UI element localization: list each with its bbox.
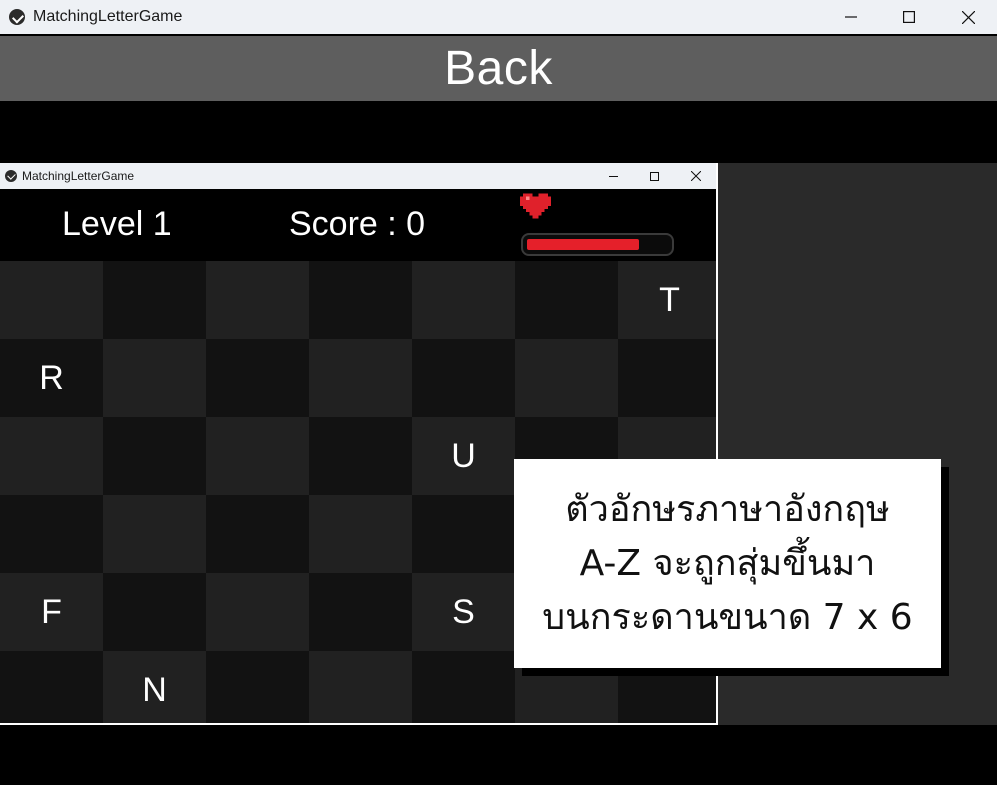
close-icon xyxy=(961,10,975,24)
game-hud: Level 1 Score : 0 xyxy=(0,189,716,261)
board-cell[interactable] xyxy=(0,495,103,573)
info-card-line: ตัวอักษรภาษาอังกฤษ xyxy=(565,488,890,530)
maximize-icon xyxy=(649,171,659,181)
board-cell[interactable] xyxy=(309,417,412,495)
board-cell[interactable] xyxy=(206,339,309,417)
board-cell[interactable] xyxy=(103,339,206,417)
board-cell[interactable] xyxy=(412,651,515,723)
heart-icon xyxy=(520,193,551,219)
board-cell[interactable] xyxy=(412,495,515,573)
board-cell[interactable] xyxy=(309,339,412,417)
board-cell[interactable] xyxy=(206,495,309,573)
board-cell[interactable] xyxy=(103,417,206,495)
close-button[interactable] xyxy=(939,0,997,34)
board-cell[interactable]: F xyxy=(0,573,103,651)
info-card: ตัวอักษรภาษาอังกฤษ A-Z จะถูกสุ่มขึ้นมา บ… xyxy=(514,459,941,668)
info-card-line: A-Z จะถูกสุ่มขึ้นมา xyxy=(579,542,876,584)
board-cell[interactable] xyxy=(309,651,412,723)
board-cell[interactable]: N xyxy=(103,651,206,723)
app-logo-icon xyxy=(5,170,17,182)
minimize-icon xyxy=(845,16,857,18)
board-cell[interactable] xyxy=(412,339,515,417)
board-cell[interactable] xyxy=(206,417,309,495)
game-window-titlebar: MatchingLetterGame xyxy=(0,163,716,189)
maximize-icon xyxy=(903,11,915,23)
board-cell[interactable]: T xyxy=(618,261,716,339)
board-cell[interactable] xyxy=(206,651,309,723)
board-cell[interactable]: S xyxy=(412,573,515,651)
board-cell[interactable] xyxy=(412,261,515,339)
health-bar xyxy=(521,233,674,256)
board-cell[interactable] xyxy=(309,261,412,339)
window-title: MatchingLetterGame xyxy=(33,8,183,25)
minimize-icon xyxy=(608,175,618,177)
board-cell[interactable] xyxy=(206,261,309,339)
game-close-button[interactable] xyxy=(675,163,717,189)
board-cell[interactable] xyxy=(0,261,103,339)
board-cell[interactable] xyxy=(515,339,618,417)
game-window-title: MatchingLetterGame xyxy=(22,169,135,183)
back-button[interactable]: Back xyxy=(0,36,997,101)
bottom-bar xyxy=(0,725,997,785)
board-cell[interactable] xyxy=(206,573,309,651)
board-cell[interactable] xyxy=(515,261,618,339)
health-bar-fill xyxy=(527,239,639,250)
app-logo-icon xyxy=(9,9,25,25)
board-cell[interactable] xyxy=(103,261,206,339)
score-label: Score : 0 xyxy=(289,205,426,243)
game-maximize-button[interactable] xyxy=(633,163,675,189)
window-titlebar: MatchingLetterGame xyxy=(0,0,997,34)
board-cell[interactable] xyxy=(618,339,716,417)
board-cell[interactable] xyxy=(0,417,103,495)
board-cell[interactable] xyxy=(103,573,206,651)
board-cell[interactable]: U xyxy=(412,417,515,495)
level-label: Level 1 xyxy=(62,205,172,243)
minimize-button[interactable] xyxy=(822,0,880,34)
board-cell[interactable]: R xyxy=(0,339,103,417)
board-cell[interactable] xyxy=(309,495,412,573)
game-minimize-button[interactable] xyxy=(592,163,634,189)
board-cell[interactable] xyxy=(309,573,412,651)
info-card-line: บนกระดานขนาด 7 x 6 xyxy=(542,596,913,638)
close-icon xyxy=(691,171,701,181)
back-button-label: Back xyxy=(444,42,553,95)
board-cell[interactable] xyxy=(0,651,103,723)
board-cell[interactable] xyxy=(103,495,206,573)
maximize-button[interactable] xyxy=(880,0,938,34)
